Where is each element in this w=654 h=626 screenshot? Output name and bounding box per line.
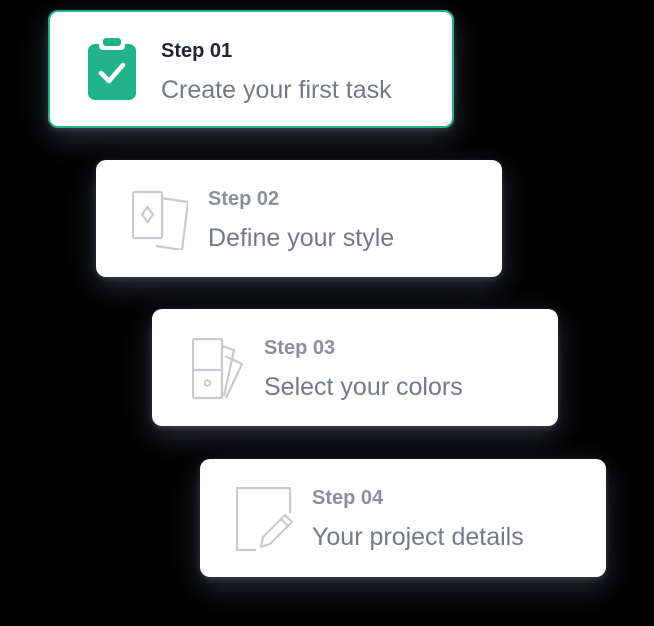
step-card-01[interactable]: Step 01 Create your first task — [48, 10, 454, 128]
step-title: Define your style — [208, 224, 395, 252]
style-cards-icon — [132, 186, 188, 250]
step-card-04[interactable]: Step 04 Your project details — [200, 459, 606, 577]
step-card-03[interactable]: Step 03 Select your colors — [152, 309, 558, 426]
step-label: Step 04 — [312, 487, 384, 509]
clipboard-check-icon — [87, 38, 137, 100]
step-title: Your project details — [312, 523, 524, 551]
step-card-02[interactable]: Step 02 Define your style — [96, 160, 502, 277]
step-label: Step 03 — [264, 337, 336, 359]
step-label: Step 01 — [161, 40, 233, 62]
color-swatches-icon — [192, 338, 244, 402]
step-label: Step 02 — [208, 188, 280, 210]
document-edit-icon — [236, 487, 296, 551]
step-title: Select your colors — [264, 373, 463, 401]
step-title: Create your first task — [161, 76, 392, 104]
